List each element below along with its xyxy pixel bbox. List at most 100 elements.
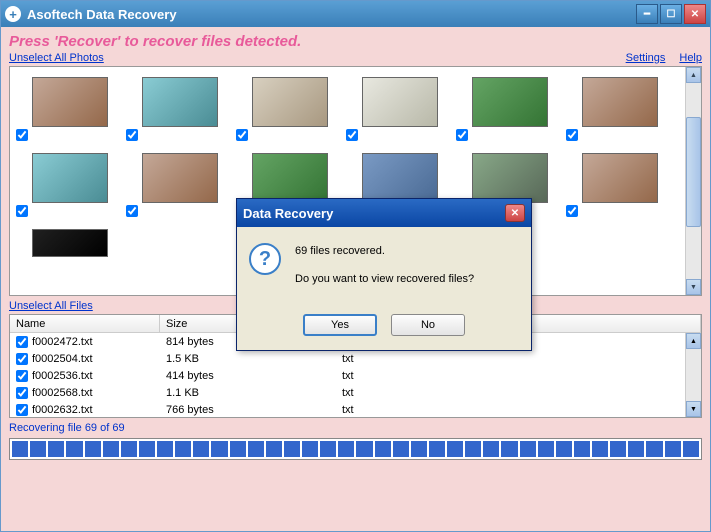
photo-item[interactable] [344,73,454,149]
close-button[interactable]: ✕ [684,4,706,24]
photo-checkbox[interactable] [126,129,138,141]
minimize-button[interactable]: ━ [636,4,658,24]
photo-checkbox[interactable] [566,129,578,141]
progress-segment [139,441,155,457]
progress-segment [66,441,82,457]
progress-segment [538,441,554,457]
photo-thumbnail [32,229,108,257]
file-name: f0002568.txt [32,387,93,399]
progress-segment [556,441,572,457]
question-icon: ? [249,243,281,275]
photo-thumbnail [582,77,658,127]
file-checkbox[interactable] [16,370,28,382]
photo-checkbox[interactable] [236,129,248,141]
photo-checkbox[interactable] [456,129,468,141]
photo-thumbnail [252,153,328,203]
progress-segment [465,441,481,457]
file-checkbox[interactable] [16,404,28,416]
scroll-down-icon[interactable]: ▼ [686,401,701,417]
photo-item[interactable] [14,73,124,149]
settings-link[interactable]: Settings [626,52,666,64]
photo-item[interactable] [234,73,344,149]
table-row[interactable]: f0002504.txt1.5 KBtxt [10,350,701,367]
photo-checkbox[interactable] [16,205,28,217]
scroll-thumb[interactable] [686,117,701,227]
dialog-close-button[interactable]: ✕ [505,204,525,222]
progress-segment [320,441,336,457]
unselect-files-link[interactable]: Unselect All Files [9,300,93,312]
file-checkbox[interactable] [16,336,28,348]
progress-segment [646,441,662,457]
progress-segment [266,441,282,457]
photo-checkbox[interactable] [16,129,28,141]
file-checkbox[interactable] [16,387,28,399]
file-size: 414 bytes [160,370,336,382]
photo-thumbnail [142,153,218,203]
progress-segment [483,441,499,457]
progress-segment [411,441,427,457]
progress-segment [12,441,28,457]
file-name: f0002536.txt [32,370,93,382]
file-checkbox[interactable] [16,353,28,365]
progress-segment [302,441,318,457]
column-header-name[interactable]: Name [10,315,160,332]
photo-item[interactable] [124,73,234,149]
scroll-down-icon[interactable]: ▼ [686,279,701,295]
unselect-photos-link[interactable]: Unselect All Photos [9,52,104,64]
progress-segment [520,441,536,457]
progress-segment [30,441,46,457]
maximize-button[interactable]: ☐ [660,4,682,24]
progress-segment [683,441,699,457]
progress-segment [665,441,681,457]
photo-thumbnail [142,77,218,127]
file-scrollbar[interactable]: ▲ ▼ [685,333,701,417]
progress-segment [103,441,119,457]
progress-bar [9,438,702,460]
photo-checkbox[interactable] [346,129,358,141]
photo-item[interactable] [564,149,674,225]
progress-segment [193,441,209,457]
photo-thumbnail [362,153,438,203]
dialog-buttons: Yes No [237,308,531,350]
photo-thumbnail [582,153,658,203]
photo-thumbnail [252,77,328,127]
no-button[interactable]: No [391,314,465,336]
photo-item[interactable] [14,225,124,296]
dialog-message-line2: Do you want to view recovered files? [295,271,474,289]
photo-item[interactable] [14,149,124,225]
scroll-up-icon[interactable]: ▲ [686,67,701,83]
file-size: 766 bytes [160,404,336,416]
progress-segment [574,441,590,457]
status-text: Recovering file 69 of 69 [9,422,702,434]
dialog-text: 69 files recovered. Do you want to view … [295,243,474,298]
progress-segment [501,441,517,457]
top-links-row: Unselect All Photos Settings Help [9,52,702,64]
dialog-body: ? 69 files recovered. Do you want to vie… [237,227,531,308]
photo-item[interactable] [124,149,234,225]
table-row[interactable]: f0002568.txt1.1 KBtxt [10,384,701,401]
file-extension: txt [336,404,484,416]
app-icon: + [5,6,21,22]
file-extension: txt [336,370,484,382]
progress-segment [447,441,463,457]
progress-segment [284,441,300,457]
progress-segment [157,441,173,457]
progress-segment [356,441,372,457]
photo-checkbox[interactable] [566,205,578,217]
table-row[interactable]: f0002536.txt 414 bytestxt [10,367,701,384]
progress-segment [393,441,409,457]
photo-thumbnail [472,77,548,127]
file-name: f0002472.txt [32,336,93,348]
table-row[interactable]: f0002632.txt 766 bytestxt [10,401,701,417]
recovery-dialog: Data Recovery ✕ ? 69 files recovered. Do… [236,198,532,351]
progress-segment [230,441,246,457]
help-link[interactable]: Help [679,52,702,64]
photo-thumbnail [32,153,108,203]
scroll-up-icon[interactable]: ▲ [686,333,701,349]
photo-item[interactable] [454,73,564,149]
file-name: f0002632.txt [32,404,93,416]
yes-button[interactable]: Yes [303,314,377,336]
photo-item[interactable] [564,73,674,149]
photo-scrollbar[interactable]: ▲ ▼ [685,67,701,295]
photo-checkbox[interactable] [126,205,138,217]
